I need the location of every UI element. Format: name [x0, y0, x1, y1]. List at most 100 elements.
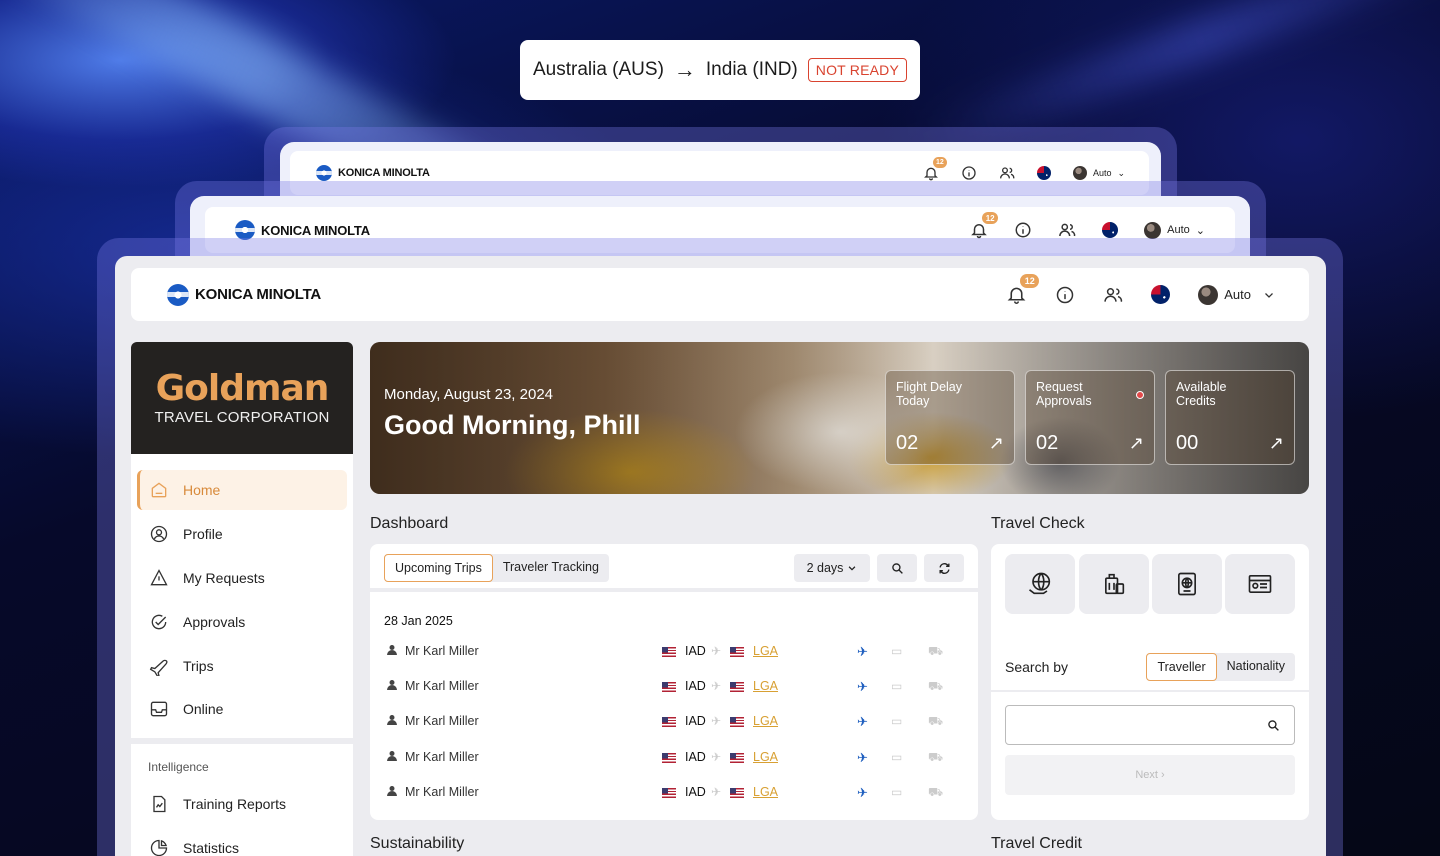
avatar [1198, 284, 1219, 305]
baggage-check-tile[interactable] [1079, 554, 1149, 614]
car-icon: ⛟ [928, 750, 944, 764]
travel-check-search-input[interactable] [1005, 705, 1295, 745]
profile-menu[interactable]: Auto [1198, 284, 1275, 305]
header-icons: 12 Auto ⌄ [923, 157, 1125, 181]
sidebar-item-training-reports[interactable]: Training Reports [137, 784, 347, 824]
travel-check-card: Search by Traveller Nationality Next › [991, 544, 1309, 820]
bell-icon[interactable]: 12 [1006, 274, 1040, 305]
hotel-icon: ▭ [891, 679, 903, 693]
luggage-icon [1105, 573, 1125, 595]
sidebar-item-home[interactable]: Home [137, 470, 347, 510]
refresh-icon [938, 562, 950, 574]
covid-check-tile[interactable] [1005, 554, 1075, 614]
plane-small-icon: ✈ [711, 644, 722, 658]
trip-to[interactable]: LGA [753, 679, 778, 693]
stat-flight-delay[interactable]: Flight Delay Today 02 ↗ [885, 370, 1015, 465]
australia-flag-icon[interactable] [1102, 222, 1119, 238]
plane-small-icon: ✈ [711, 785, 722, 799]
users-icon[interactable] [1058, 221, 1076, 239]
tab-traveler-tracking[interactable]: Traveler Tracking [493, 554, 609, 582]
users-icon[interactable] [999, 165, 1015, 181]
profile-menu[interactable]: Auto ⌄ [1144, 221, 1205, 239]
trip-from: IAD [685, 644, 706, 658]
visa-check-tile[interactable] [1225, 554, 1295, 614]
us-flag-icon [662, 753, 676, 763]
australia-flag-icon[interactable] [1036, 166, 1051, 180]
notification-count: 12 [1020, 274, 1040, 288]
hotel-icon: ▭ [891, 750, 903, 764]
table-row[interactable]: Mr Karl Miller IAD ✈ LGA ✈ ▭ ⛟ [370, 707, 978, 737]
trip-to[interactable]: LGA [753, 750, 778, 764]
passport-icon [1178, 572, 1196, 596]
traveler-name: Mr Karl Miller [405, 714, 479, 728]
profile-icon [150, 525, 168, 543]
sidebar-item-my-requests[interactable]: My Requests [137, 558, 347, 598]
trip-from: IAD [685, 679, 706, 693]
australia-flag-icon[interactable] [1151, 285, 1171, 304]
plane-icon [149, 659, 168, 676]
brand-logo: KONICA MINOLTA [316, 165, 430, 181]
route-summary: Australia (AUS) → India (IND) NOT READY [520, 40, 920, 100]
chevron-down-icon [849, 566, 856, 571]
stat-request-approvals[interactable]: Request Approvals 02 ↗ [1025, 370, 1155, 465]
traveler-name: Mr Karl Miller [405, 679, 479, 693]
arrow-up-right-icon: ↗ [988, 433, 1004, 453]
table-row[interactable]: Mr Karl Miller IAD ✈ LGA ✈ ▭ ⛟ [370, 637, 978, 667]
plane-small-icon: ✈ [711, 679, 722, 693]
search-by-toggle: Traveller Nationality [1146, 653, 1295, 681]
sidebar-item-statistics[interactable]: Statistics [137, 828, 347, 856]
section-title-sustainability: Sustainability [370, 835, 465, 852]
car-icon: ⛟ [928, 714, 944, 728]
info-icon[interactable] [1014, 221, 1032, 239]
brand-logo[interactable]: KONICA MINOLTA [167, 283, 321, 306]
flight-icon: ✈ [857, 750, 868, 765]
person-icon [386, 679, 398, 694]
bell-icon[interactable]: 12 [970, 212, 999, 239]
requests-icon [150, 569, 168, 586]
refresh-button[interactable] [924, 554, 964, 582]
trip-date-group: 28 Jan 2025 [384, 614, 453, 628]
sidebar-item-trips[interactable]: Trips [137, 646, 347, 686]
sidebar-intelligence: Intelligence Training Reports Statistics [131, 744, 353, 856]
globe-logo-icon [235, 220, 255, 240]
tab-upcoming-trips[interactable]: Upcoming Trips [384, 554, 493, 582]
users-icon[interactable] [1103, 285, 1123, 305]
sidebar-item-profile[interactable]: Profile [137, 514, 347, 554]
alert-dot [1136, 391, 1144, 399]
table-row[interactable]: Mr Karl Miller IAD ✈ LGA ✈ ▭ ⛟ [370, 743, 978, 773]
sidebar-item-online[interactable]: Online [137, 689, 347, 729]
trip-to[interactable]: LGA [753, 714, 778, 728]
header-icons: 12 Auto ⌄ [970, 212, 1205, 239]
info-icon[interactable] [961, 165, 977, 181]
table-row[interactable]: Mr Karl Miller IAD ✈ LGA ✈ ▭ ⛟ [370, 778, 978, 808]
company-subtitle: TRAVEL CORPORATION [154, 408, 330, 426]
inbox-icon [150, 701, 168, 717]
table-row[interactable]: Mr Karl Miller IAD ✈ LGA ✈ ▭ ⛟ [370, 672, 978, 702]
search-button[interactable] [877, 554, 917, 582]
home-icon [151, 482, 167, 498]
trip-to[interactable]: LGA [753, 644, 778, 658]
info-icon[interactable] [1055, 285, 1075, 305]
car-icon: ⛟ [928, 644, 944, 658]
hero-date: Monday, August 23, 2024 [384, 386, 554, 403]
divider [991, 690, 1309, 692]
us-flag-icon [730, 682, 744, 692]
option-traveller[interactable]: Traveller [1146, 653, 1217, 681]
flight-icon: ✈ [857, 679, 868, 694]
range-select[interactable]: 2 days [794, 554, 870, 582]
visa-icon [1248, 575, 1272, 593]
approvals-icon [151, 614, 167, 630]
next-button[interactable]: Next › [1005, 755, 1295, 795]
bell-icon[interactable]: 12 [923, 157, 947, 181]
option-nationality[interactable]: Nationality [1217, 653, 1295, 681]
hotel-icon: ▭ [891, 644, 903, 658]
car-icon: ⛟ [928, 679, 944, 693]
us-flag-icon [662, 682, 676, 692]
sidebar-item-approvals[interactable]: Approvals [137, 602, 347, 642]
trip-to[interactable]: LGA [753, 785, 778, 799]
profile-menu[interactable]: Auto ⌄ [1072, 166, 1125, 180]
stat-available-credits[interactable]: Available Credits 00 ↗ [1165, 370, 1295, 465]
traveler-name: Mr Karl Miller [405, 750, 479, 764]
avatar [1144, 221, 1162, 239]
passport-check-tile[interactable] [1152, 554, 1222, 614]
